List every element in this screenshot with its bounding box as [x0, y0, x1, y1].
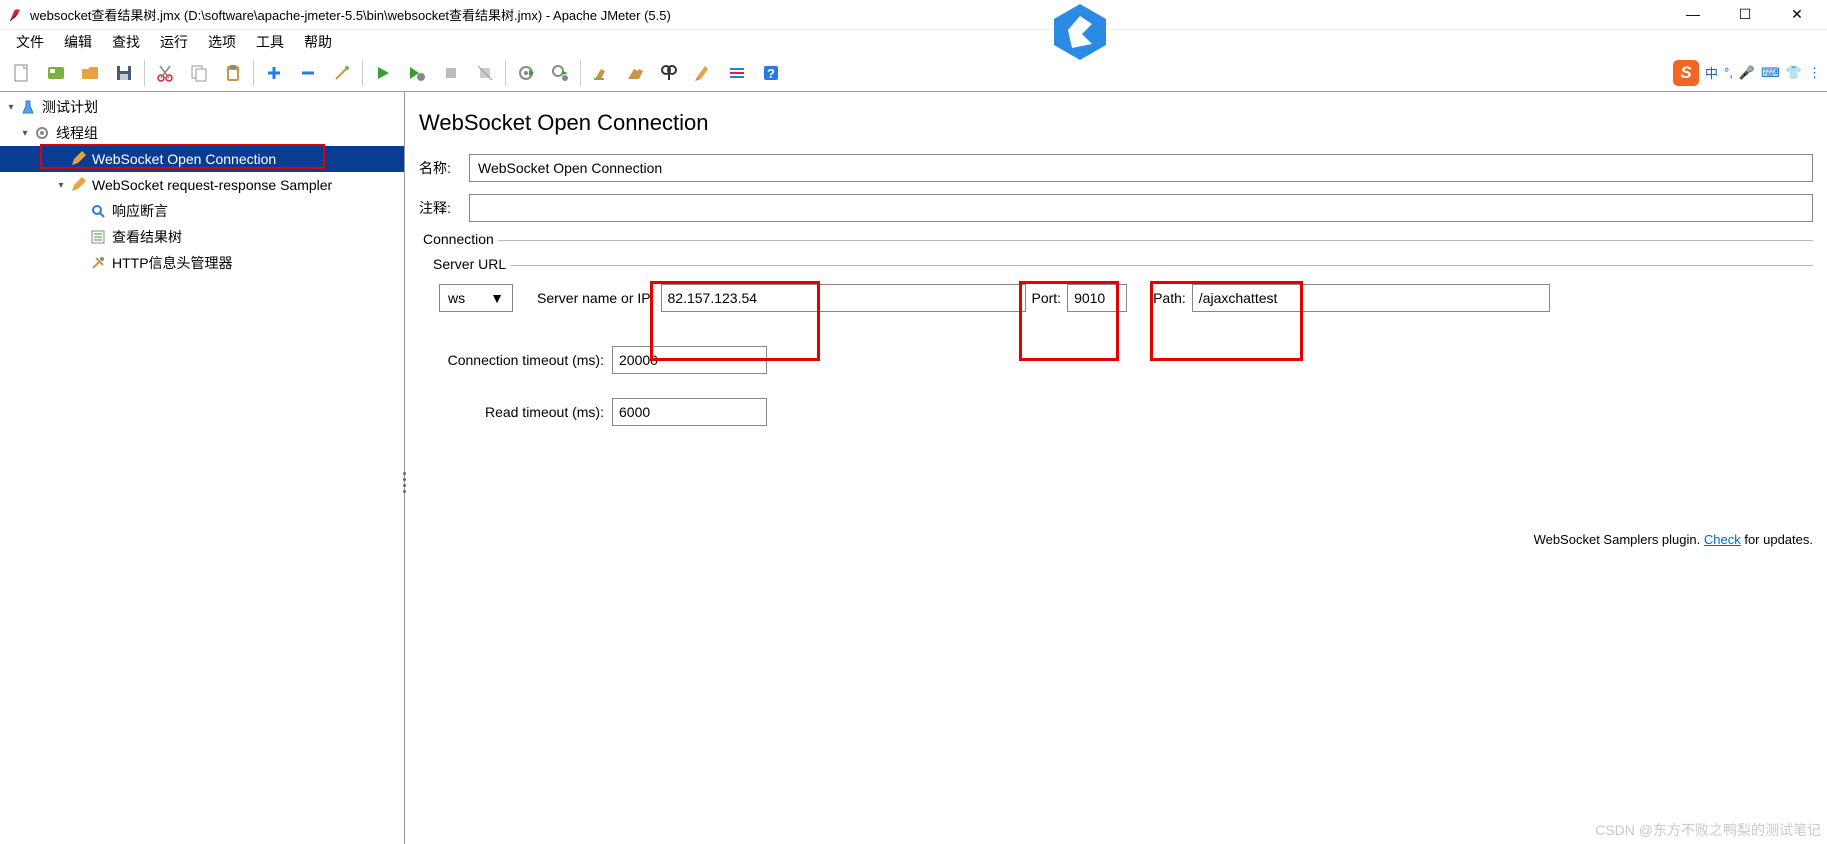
add-icon[interactable]: [258, 57, 290, 89]
open-icon[interactable]: [74, 57, 106, 89]
ime-lang[interactable]: 中: [1705, 63, 1718, 82]
plugin-footer: WebSocket Samplers plugin. Check for upd…: [1534, 532, 1813, 547]
tree-response-assertion[interactable]: 响应断言: [0, 198, 404, 224]
conn-timeout-label: Connection timeout (ms):: [429, 352, 604, 368]
flask-icon: [18, 97, 38, 117]
shutdown-icon[interactable]: [469, 57, 501, 89]
read-timeout-label: Read timeout (ms):: [429, 404, 604, 420]
comment-input[interactable]: [469, 194, 1813, 222]
conn-timeout-input[interactable]: [612, 346, 767, 374]
watermark: CSDN @东方不败之鸭梨的测试笔记: [1595, 820, 1821, 840]
svg-text:?: ?: [767, 66, 775, 81]
menu-file[interactable]: 文件: [8, 30, 52, 54]
tools-icon: [88, 253, 108, 273]
name-label: 名称:: [419, 158, 469, 178]
menu-tools[interactable]: 工具: [248, 30, 292, 54]
clear-all-icon[interactable]: [619, 57, 651, 89]
tree-panel[interactable]: ▾ 测试计划 ▾ 线程组 WebSocket Open Connection ▾…: [0, 92, 405, 844]
ime-punct-icon[interactable]: °,: [1724, 65, 1733, 80]
page-title: WebSocket Open Connection: [419, 110, 1813, 136]
gear-run2-icon[interactable]: [544, 57, 576, 89]
tree-ws-open-connection[interactable]: WebSocket Open Connection: [0, 146, 404, 172]
name-input[interactable]: [469, 154, 1813, 182]
menu-help[interactable]: 帮助: [296, 30, 340, 54]
menu-edit[interactable]: 编辑: [56, 30, 100, 54]
protocol-select[interactable]: ws ▼: [439, 284, 513, 312]
ime-skin-icon[interactable]: 👕: [1786, 65, 1802, 81]
window-title: websocket查看结果树.jmx (D:\software\apache-j…: [30, 5, 1679, 24]
minimize-button[interactable]: —: [1679, 6, 1707, 23]
path-input[interactable]: [1192, 284, 1550, 312]
titlebar: websocket查看结果树.jmx (D:\software\apache-j…: [0, 0, 1827, 30]
help-icon[interactable]: ?: [755, 57, 787, 89]
port-input[interactable]: [1067, 284, 1127, 312]
maximize-button[interactable]: ☐: [1731, 6, 1759, 23]
tree-thread-group[interactable]: ▾ 线程组: [0, 120, 404, 146]
comment-label: 注释:: [419, 198, 469, 218]
thunder-bird-icon: [1050, 2, 1110, 62]
pencil-icon: [68, 175, 88, 195]
close-button[interactable]: ✕: [1783, 6, 1811, 23]
check-updates-link[interactable]: Check: [1704, 532, 1741, 547]
port-label: Port:: [1032, 290, 1062, 306]
broom-icon[interactable]: [687, 57, 719, 89]
sogou-ime-icon[interactable]: S: [1673, 60, 1699, 86]
clear-icon[interactable]: [585, 57, 617, 89]
magnifier-icon: [88, 201, 108, 221]
templates-icon[interactable]: [40, 57, 72, 89]
menu-run[interactable]: 运行: [152, 30, 196, 54]
start-no-pause-icon[interactable]: [401, 57, 433, 89]
gear-run-icon[interactable]: [510, 57, 542, 89]
tree-ws-request-response[interactable]: ▾ WebSocket request-response Sampler: [0, 172, 404, 198]
content-panel: WebSocket Open Connection 名称: 注释: Connec…: [405, 92, 1827, 844]
wand-icon[interactable]: [326, 57, 358, 89]
gear-sm-icon: [32, 123, 52, 143]
ime-menu-icon[interactable]: ⋮: [1808, 65, 1821, 81]
window-controls: — ☐ ✕: [1679, 6, 1811, 23]
tree-test-plan[interactable]: ▾ 测试计划: [0, 94, 404, 120]
copy-icon[interactable]: [183, 57, 215, 89]
chevron-down-icon: ▼: [490, 290, 504, 306]
tree-http-header-mgr[interactable]: HTTP信息头管理器: [0, 250, 404, 276]
connection-legend: Connection: [419, 231, 498, 247]
toolbar-status: S 中 °, 🎤 ⌨ 👕 ⋮: [1673, 60, 1821, 86]
serverurl-fieldset: Server URL ws ▼ Server name or IP: Port:…: [429, 265, 1813, 322]
main-area: ▾ 测试计划 ▾ 线程组 WebSocket Open Connection ▾…: [0, 92, 1827, 844]
splitter-handle[interactable]: [399, 472, 409, 493]
tree-view-results[interactable]: 查看结果树: [0, 224, 404, 250]
connection-fieldset: Connection Server URL ws ▼ Server name o…: [419, 240, 1813, 432]
serverurl-legend: Server URL: [429, 256, 510, 272]
save-icon[interactable]: [108, 57, 140, 89]
remove-icon[interactable]: [292, 57, 324, 89]
app-feather-icon: [8, 7, 24, 23]
ime-mic-icon[interactable]: 🎤: [1739, 65, 1755, 81]
menu-options[interactable]: 选项: [200, 30, 244, 54]
new-icon[interactable]: [6, 57, 38, 89]
stop-icon[interactable]: [435, 57, 467, 89]
menubar: 文件 编辑 查找 运行 选项 工具 帮助: [0, 30, 1827, 54]
pencil-icon: [68, 149, 88, 169]
function-icon[interactable]: [721, 57, 753, 89]
path-label: Path:: [1153, 290, 1186, 306]
cut-icon[interactable]: [149, 57, 181, 89]
paste-icon[interactable]: [217, 57, 249, 89]
results-tree-icon: [88, 227, 108, 247]
ime-keyboard-icon[interactable]: ⌨: [1761, 65, 1780, 81]
start-icon[interactable]: [367, 57, 399, 89]
menu-search[interactable]: 查找: [104, 30, 148, 54]
server-input[interactable]: [661, 284, 1026, 312]
find-icon[interactable]: [653, 57, 685, 89]
toolbar: ? S 中 °, 🎤 ⌨ 👕 ⋮: [0, 54, 1827, 92]
server-label: Server name or IP:: [537, 290, 655, 306]
read-timeout-input[interactable]: [612, 398, 767, 426]
